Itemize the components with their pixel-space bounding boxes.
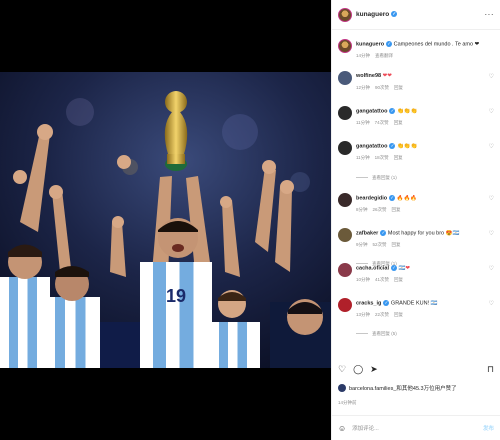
heart-icon[interactable]: ♡ bbox=[489, 143, 494, 150]
commenter-avatar[interactable] bbox=[338, 71, 352, 85]
verified-icon: ✓ bbox=[389, 195, 396, 201]
verified-icon: ✓ bbox=[380, 230, 387, 236]
heart-icon[interactable]: ♡ bbox=[489, 300, 494, 307]
reply-button[interactable]: 回复 bbox=[394, 155, 403, 160]
commenter-avatar[interactable] bbox=[338, 298, 352, 312]
comment-likes[interactable]: 74次赞 bbox=[375, 120, 389, 125]
caption-text: Campeones del mundo . Te amo ❤ bbox=[393, 41, 480, 48]
action-bar: ♡ ◯ ➤ ⊓ bbox=[338, 362, 494, 376]
share-icon[interactable]: ➤ bbox=[370, 364, 378, 375]
heart-icon[interactable]: ♡ bbox=[489, 195, 494, 202]
comments-list[interactable]: kunaguero ✓ Campeones del mundo . Te amo … bbox=[332, 31, 500, 364]
media-panel: 19 bbox=[0, 0, 331, 440]
comment-time: 13分钟 bbox=[356, 312, 371, 318]
heart-icon[interactable]: ♡ bbox=[489, 230, 494, 237]
comment-likes[interactable]: 22次赞 bbox=[375, 312, 389, 317]
emoji-icon[interactable]: ☺ bbox=[338, 424, 346, 433]
trophy-icon bbox=[164, 91, 188, 171]
bookmark-icon[interactable]: ⊓ bbox=[487, 364, 494, 375]
comment-text: 🔥🔥🔥 bbox=[396, 195, 418, 202]
more-icon[interactable]: ··· bbox=[485, 10, 495, 19]
caption-time: 14分钟 bbox=[356, 53, 371, 59]
post-header: kunaguero ✓ ··· bbox=[332, 0, 500, 30]
comment-likes[interactable]: 41次赞 bbox=[375, 277, 389, 282]
comment-icon[interactable]: ◯ bbox=[353, 364, 363, 375]
commenter-avatar[interactable] bbox=[338, 193, 352, 207]
reply-button[interactable]: 回复 bbox=[392, 207, 401, 212]
translate-link[interactable]: 查看翻译 bbox=[375, 53, 393, 58]
reply-button[interactable]: 回复 bbox=[394, 120, 403, 125]
view-replies-link[interactable]: 查看回复 (5) bbox=[356, 331, 397, 337]
comment-username[interactable]: gangatattoo bbox=[356, 108, 387, 114]
verified-icon: ✓ bbox=[389, 143, 396, 149]
author-avatar[interactable] bbox=[338, 7, 352, 22]
comment-username[interactable]: gangatattoo bbox=[356, 143, 387, 149]
world-cup-celebration-image: 19 bbox=[0, 72, 331, 368]
comments-panel: kunaguero ✓ ··· kunaguero ✓ Campeones del … bbox=[331, 0, 500, 440]
liker-avatar[interactable] bbox=[338, 384, 346, 392]
commenter-avatar[interactable] bbox=[338, 106, 352, 120]
view-replies-link[interactable]: 查看回复 (1) bbox=[356, 175, 397, 181]
comment-username[interactable]: beardegidio bbox=[356, 195, 387, 201]
heart-icon[interactable]: ♡ bbox=[489, 73, 494, 80]
comment-text: 👏👏👏 bbox=[397, 143, 418, 150]
comment-likes[interactable]: 52次赞 bbox=[373, 242, 387, 247]
comment-username[interactable]: zafbaker bbox=[356, 230, 378, 236]
reply-button[interactable]: 回复 bbox=[394, 277, 403, 282]
heart-icon[interactable]: ♡ bbox=[489, 265, 494, 272]
verified-icon: ✓ bbox=[383, 300, 390, 306]
liked-by-text: barcelona.families_和其他45.3万位用户赞了 bbox=[349, 386, 457, 392]
author-username[interactable]: kunaguero ✓ bbox=[356, 11, 398, 18]
verified-icon: ✓ bbox=[386, 41, 393, 47]
comment-text: GRANDE KUN! 🇦🇷 bbox=[390, 300, 438, 307]
reply-button[interactable]: 回复 bbox=[394, 312, 403, 317]
post-button[interactable]: 发布 bbox=[483, 424, 494, 432]
comment-likes[interactable]: 90次赞 bbox=[375, 85, 389, 90]
commenter-avatar[interactable] bbox=[338, 228, 352, 242]
comment-likes[interactable]: 26次赞 bbox=[373, 207, 387, 212]
heart-icon[interactable]: ♡ bbox=[338, 364, 346, 375]
caption-username[interactable]: kunaguero bbox=[356, 41, 384, 47]
verified-icon: ✓ bbox=[389, 108, 396, 114]
commenter-avatar[interactable] bbox=[338, 263, 352, 277]
comment-time: 9分钟 bbox=[356, 242, 368, 248]
verified-icon: ✓ bbox=[391, 265, 398, 271]
comment-time: 11分钟 bbox=[356, 120, 370, 126]
comment-text: ❤❤ bbox=[382, 73, 392, 79]
comment-likes[interactable]: 18次赞 bbox=[375, 155, 389, 160]
add-comment-bar: ☺ 添加评论... 发布 bbox=[332, 415, 500, 440]
caption-avatar[interactable] bbox=[338, 39, 352, 53]
comment-time: 8分钟 bbox=[356, 207, 368, 213]
commenter-avatar[interactable] bbox=[338, 141, 352, 155]
comment-time: 10分钟 bbox=[356, 277, 371, 283]
comment-username[interactable]: cracks_ig bbox=[356, 300, 381, 306]
comment-input[interactable]: 添加评论... bbox=[352, 424, 483, 432]
svg-text:19: 19 bbox=[166, 286, 186, 306]
reply-button[interactable]: 回复 bbox=[392, 242, 401, 247]
comment-text: Most happy for you bro 😍🇦🇷 bbox=[387, 230, 460, 237]
post-photo[interactable]: 19 bbox=[0, 72, 331, 368]
comment-username[interactable]: cacha.oficial bbox=[356, 265, 389, 271]
reply-button[interactable]: 回复 bbox=[394, 85, 403, 90]
comment-username[interactable]: wolfine98 bbox=[356, 73, 381, 79]
comment-text: 🇦🇷❤ bbox=[398, 265, 411, 272]
heart-icon[interactable]: ♡ bbox=[489, 108, 494, 115]
comment-time: 12分钟 bbox=[356, 85, 371, 90]
liked-by[interactable]: barcelona.families_和其他45.3万位用户赞了 bbox=[338, 384, 494, 392]
post-time: 14分钟前 bbox=[338, 400, 357, 405]
comment-text: 👏👏👏 bbox=[397, 108, 418, 115]
verified-icon: ✓ bbox=[391, 11, 398, 18]
comment-time: 11分钟 bbox=[356, 155, 370, 161]
